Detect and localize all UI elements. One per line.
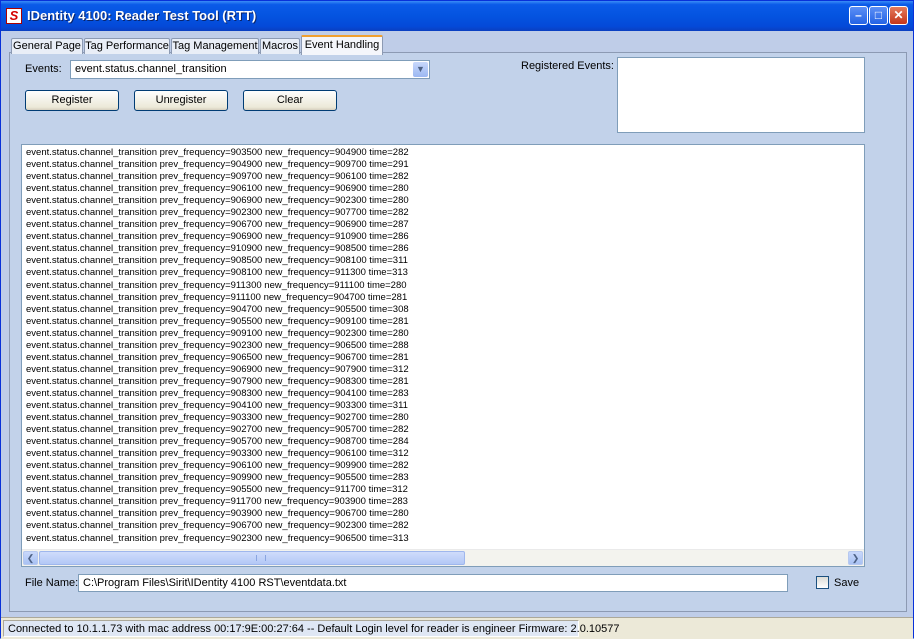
- log-line: event.status.channel_transition prev_fre…: [26, 207, 409, 219]
- title-bar[interactable]: S IDentity 4100: Reader Test Tool (RTT) …: [1, 1, 913, 31]
- grip-icon: [256, 555, 266, 561]
- file-name-label: File Name:: [25, 577, 79, 589]
- log-line: event.status.channel_transition prev_fre…: [26, 424, 409, 436]
- events-selected-value: event.status.channel_transition: [75, 63, 227, 75]
- log-line: event.status.channel_transition prev_fre…: [26, 375, 409, 387]
- save-label: Save: [834, 577, 860, 589]
- log-line: event.status.channel_transition prev_fre…: [26, 279, 407, 291]
- scroll-left-icon[interactable]: ❮: [23, 551, 38, 565]
- window-title: IDentity 4100: Reader Test Tool (RTT): [27, 8, 257, 23]
- log-line: event.status.channel_transition prev_fre…: [26, 351, 409, 363]
- log-line: event.status.channel_transition prev_fre…: [26, 171, 409, 183]
- events-dropdown[interactable]: event.status.channel_transition ▼: [70, 60, 430, 79]
- app-logo-icon: S: [6, 8, 22, 24]
- log-line: event.status.channel_transition prev_fre…: [26, 291, 408, 303]
- registered-events-label: Registered Events:: [521, 60, 614, 72]
- log-line: event.status.channel_transition prev_fre…: [26, 460, 409, 472]
- log-line: event.status.channel_transition prev_fre…: [26, 399, 408, 411]
- registered-events-list[interactable]: [617, 57, 865, 133]
- scroll-right-icon[interactable]: ❯: [848, 551, 863, 565]
- tab-general-page[interactable]: General Page: [11, 38, 83, 54]
- log-line: event.status.channel_transition prev_fre…: [26, 484, 408, 496]
- log-line: event.status.channel_transition prev_fre…: [26, 532, 409, 544]
- log-line: event.status.channel_transition prev_fre…: [26, 448, 409, 460]
- unregister-button[interactable]: Unregister: [134, 90, 228, 111]
- log-line: event.status.channel_transition prev_fre…: [26, 436, 409, 448]
- log-line: event.status.channel_transition prev_fre…: [26, 147, 409, 158]
- tab-tag-management[interactable]: Tag Management: [171, 38, 259, 54]
- status-text: Connected to 10.1.1.73 with mac address …: [8, 623, 620, 635]
- tab-macros[interactable]: Macros: [260, 38, 300, 54]
- event-log[interactable]: event.status.channel_transition prev_fre…: [21, 144, 865, 567]
- horizontal-scrollbar[interactable]: ❮ ❯: [22, 549, 864, 566]
- log-line: event.status.channel_transition prev_fre…: [26, 219, 409, 231]
- log-line: event.status.channel_transition prev_fre…: [26, 412, 409, 424]
- status-bar: Connected to 10.1.1.73 with mac address …: [1, 617, 913, 639]
- minimize-button[interactable]: –: [849, 6, 868, 25]
- log-line: event.status.channel_transition prev_fre…: [26, 159, 409, 171]
- log-line: event.status.channel_transition prev_fre…: [26, 508, 409, 520]
- close-button[interactable]: ✕: [889, 6, 908, 25]
- log-line: event.status.channel_transition prev_fre…: [26, 243, 409, 255]
- log-line: event.status.channel_transition prev_fre…: [26, 496, 408, 508]
- scrollbar-thumb[interactable]: [39, 551, 465, 565]
- log-line: event.status.channel_transition prev_fre…: [26, 183, 409, 195]
- log-line: event.status.channel_transition prev_fre…: [26, 195, 409, 207]
- file-name-value: C:\Program Files\Sirit\IDentity 4100 RST…: [83, 577, 347, 589]
- log-line: event.status.channel_transition prev_fre…: [26, 267, 408, 279]
- file-name-field[interactable]: C:\Program Files\Sirit\IDentity 4100 RST…: [78, 574, 788, 592]
- clear-button[interactable]: Clear: [243, 90, 337, 111]
- maximize-button[interactable]: □: [869, 6, 888, 25]
- log-line: event.status.channel_transition prev_fre…: [26, 255, 408, 267]
- log-line: event.status.channel_transition prev_fre…: [26, 315, 409, 327]
- tab-event-handling[interactable]: Event Handling: [301, 35, 383, 55]
- log-line: event.status.channel_transition prev_fre…: [26, 327, 409, 339]
- log-line: event.status.channel_transition prev_fre…: [26, 303, 409, 315]
- log-line: event.status.channel_transition prev_fre…: [26, 339, 409, 351]
- log-line: event.status.channel_transition prev_fre…: [26, 472, 409, 484]
- log-line: event.status.channel_transition prev_fre…: [26, 520, 409, 532]
- event-log-lines: event.status.channel_transition prev_fre…: [26, 147, 856, 547]
- log-line: event.status.channel_transition prev_fre…: [26, 387, 409, 399]
- log-line: event.status.channel_transition prev_fre…: [26, 363, 409, 375]
- save-checkbox[interactable]: [816, 576, 829, 589]
- chevron-down-icon[interactable]: ▼: [413, 62, 428, 77]
- tab-tag-performance[interactable]: Tag Performance: [84, 38, 170, 54]
- events-label: Events:: [25, 63, 62, 75]
- register-button[interactable]: Register: [25, 90, 119, 111]
- log-line: event.status.channel_transition prev_fre…: [26, 231, 409, 243]
- main-window: S IDentity 4100: Reader Test Tool (RTT) …: [0, 0, 914, 639]
- status-pane: Connected to 10.1.1.73 with mac address …: [3, 620, 619, 637]
